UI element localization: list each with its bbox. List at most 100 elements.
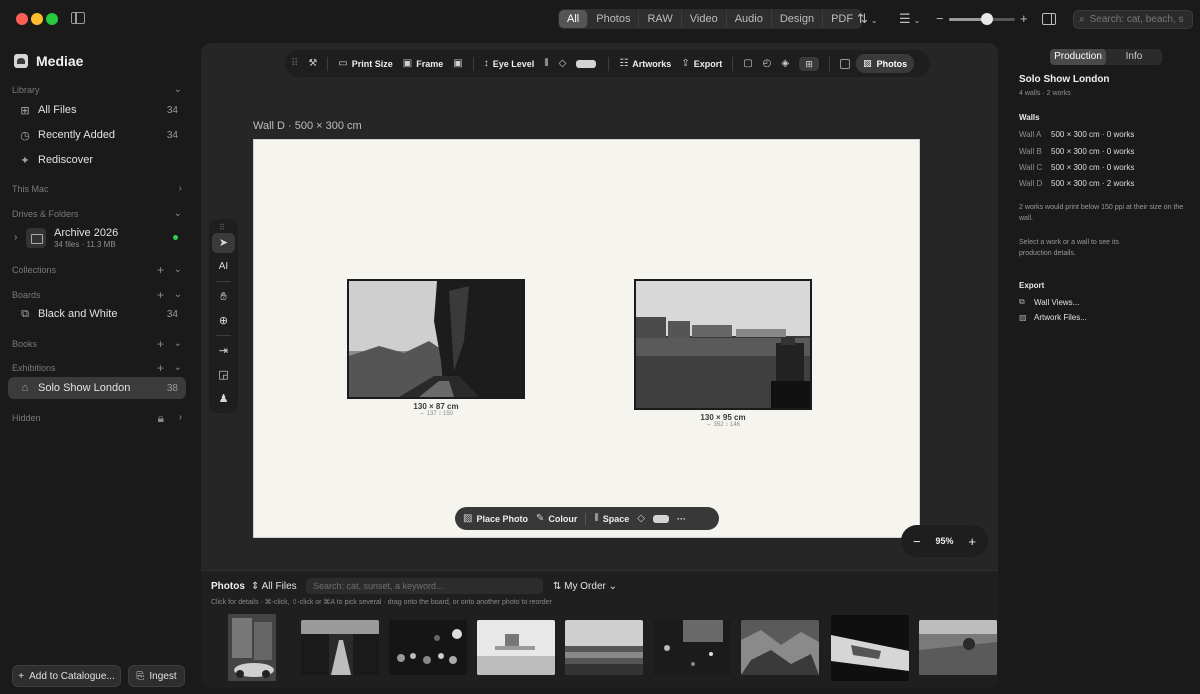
zoom-out-button[interactable]: − — [913, 534, 921, 549]
photo-thumbnail[interactable] — [831, 615, 909, 681]
thumbnail-size-slider[interactable] — [949, 13, 1015, 25]
colour-button[interactable]: ✎ Colour — [536, 513, 577, 524]
ingest-button[interactable]: ⎘ Ingest — [128, 665, 185, 687]
zoom-out-icon[interactable]: − — [936, 11, 944, 27]
photo-thumbnail[interactable] — [301, 620, 379, 675]
colour-swatch[interactable] — [653, 514, 669, 523]
layers-icon[interactable]: ◈ — [781, 58, 789, 69]
note-tool-icon[interactable]: ◲ — [212, 365, 235, 385]
chevron-right-icon[interactable]: › — [179, 412, 182, 423]
tab-info[interactable]: Info — [1106, 49, 1162, 65]
add-book-icon[interactable]: + — [157, 337, 164, 351]
exhibitions-header[interactable]: Exhibitions + ⌄ — [12, 361, 182, 377]
sidebar-item-rediscover[interactable]: ✦ Rediscover — [8, 149, 186, 171]
zoom-tool-icon[interactable]: ⊕ — [212, 311, 235, 331]
frame-button[interactable]: ▣ Frame — [403, 58, 443, 69]
wall-row-d[interactable]: Wall D 500 × 300 cm · 2 works — [1019, 179, 1134, 188]
sidebar-toggle-icon[interactable] — [71, 12, 85, 24]
sidebar-item-recently-added[interactable]: ◷ Recently Added 34 — [8, 124, 186, 146]
photos-search-input[interactable]: Search: cat, sunset, a keyword... — [306, 578, 543, 594]
filter-raw[interactable]: RAW — [639, 10, 682, 28]
tab-production[interactable]: Production — [1050, 49, 1106, 65]
export-button[interactable]: ⇪ Export — [681, 58, 722, 69]
hand-tool-icon[interactable]: ✋︎ — [212, 287, 235, 307]
place-photo-button[interactable]: ▨ Place Photo — [463, 513, 528, 524]
text-tool-icon[interactable]: AI — [212, 257, 235, 277]
chevron-down-icon[interactable]: ⌄ — [174, 362, 182, 373]
photo-thumbnail[interactable] — [389, 620, 467, 675]
boards-header[interactable]: Boards + ⌄ — [12, 288, 182, 304]
chevron-right-icon[interactable]: › — [179, 183, 182, 194]
person-scale-icon[interactable]: ♟ — [212, 389, 235, 409]
filter-photos[interactable]: Photos — [588, 10, 640, 28]
hidden-header[interactable]: Hidden 🔒︎ › — [12, 411, 182, 427]
filter-audio[interactable]: Audio — [727, 10, 772, 28]
slider-knob[interactable] — [981, 13, 993, 25]
photo-thumbnail[interactable] — [228, 614, 276, 681]
close-window-button[interactable] — [16, 13, 28, 25]
wall-board[interactable]: 130 × 87 cm ⇔ 137 ↕ 150 130 × 95 cm ⇔ 35… — [253, 139, 920, 538]
search-field[interactable]: ⌕ Search: cat, beach, s — [1073, 10, 1193, 29]
frame-style-icon[interactable]: ▣ — [453, 58, 462, 69]
tag-icon[interactable]: ◇ — [559, 58, 567, 69]
comment-icon[interactable]: ▢ — [743, 58, 752, 69]
photos-order-menu[interactable]: ⇅ My Order ⌄ — [553, 581, 617, 592]
chevron-right-icon[interactable]: › — [14, 232, 17, 243]
move-out-icon[interactable]: ⇥ — [212, 341, 235, 361]
drag-handle-icon[interactable]: ⠿ — [219, 223, 226, 232]
sidebar-item-black-and-white[interactable]: ⧉ Black and White 34 — [8, 303, 186, 325]
add-collection-icon[interactable]: + — [157, 263, 164, 277]
photos-panel-button[interactable]: ▨ Photos — [856, 54, 915, 73]
print-size-button[interactable]: ▭ Print Size — [338, 58, 392, 69]
drives-folders-header[interactable]: Drives & Folders ⌄ — [12, 208, 182, 223]
photo-thumbnail[interactable] — [741, 620, 819, 675]
chevron-down-icon[interactable]: ⌄ — [174, 208, 182, 219]
artworks-button[interactable]: ☷ Artworks — [619, 58, 671, 69]
select-checkbox[interactable] — [840, 58, 851, 69]
export-wall-views-link[interactable]: ⧉ Wall Views... — [1019, 297, 1079, 307]
select-tool-icon[interactable]: ➤ — [212, 233, 235, 253]
add-board-icon[interactable]: + — [157, 288, 164, 302]
photo-thumbnail[interactable] — [653, 620, 731, 675]
space-button[interactable]: ⦀ Space — [594, 513, 629, 524]
books-header[interactable]: Books + ⌄ — [12, 337, 182, 353]
sidebar-item-solo-show-london[interactable]: ⌂ Solo Show London 38 — [8, 377, 186, 399]
filter-design[interactable]: Design — [772, 10, 824, 28]
chevron-down-icon[interactable]: ⌄ — [174, 338, 182, 349]
photo-thumbnail[interactable] — [919, 620, 997, 675]
this-mac-header[interactable]: This Mac › — [12, 183, 182, 198]
minimize-window-button[interactable] — [31, 13, 43, 25]
add-exhibition-icon[interactable]: + — [157, 361, 164, 375]
eye-level-button[interactable]: ↕ Eye Level — [484, 58, 535, 69]
filter-pdf[interactable]: PDF — [823, 10, 861, 28]
wall-row-c[interactable]: Wall C 500 × 300 cm · 0 works — [1019, 163, 1134, 172]
wall-row-a[interactable]: Wall A 500 × 300 cm · 0 works — [1019, 130, 1134, 139]
collections-header[interactable]: Collections + ⌄ — [12, 263, 182, 279]
photos-source-filter[interactable]: ⇕ All Files — [251, 581, 297, 592]
chevron-down-icon[interactable]: ⌄ — [174, 289, 182, 300]
filter-video[interactable]: Video — [682, 10, 727, 28]
photo-thumbnail[interactable] — [477, 620, 555, 675]
wall-colour-swatch[interactable] — [576, 59, 597, 68]
export-artwork-files-link[interactable]: ▨ Artwork Files... — [1019, 313, 1087, 322]
tag-icon[interactable]: ◇ — [637, 513, 645, 524]
artwork-harbour[interactable] — [634, 279, 812, 410]
artwork-forest-road[interactable] — [347, 279, 525, 399]
view-options-icon[interactable]: ☰ ⌄ — [899, 11, 920, 29]
sidebar-item-archive-2026[interactable]: › Archive 2026 34 files · 11.3 MB — [12, 226, 184, 254]
filter-all[interactable]: All — [559, 10, 589, 28]
library-header[interactable]: Library ⌄ — [12, 84, 182, 99]
history-icon[interactable]: ◴ — [763, 58, 772, 69]
grid-view-icon[interactable]: ⊞ — [799, 56, 820, 71]
zoom-in-button[interactable]: + — [968, 534, 976, 549]
drag-handle-icon[interactable]: ⠿ — [291, 58, 298, 69]
photo-thumbnail[interactable] — [565, 620, 643, 675]
zoom-in-icon[interactable]: + — [1020, 11, 1028, 27]
more-options-icon[interactable]: ··· — [677, 514, 686, 524]
chevron-down-icon[interactable]: ⌄ — [174, 264, 182, 275]
hammer-icon[interactable]: ⚒ — [308, 58, 317, 69]
lock-icon[interactable]: 🔒︎ — [158, 411, 164, 426]
zoom-window-button[interactable] — [46, 13, 58, 25]
chevron-down-icon[interactable]: ⌄ — [174, 84, 182, 95]
wall-row-b[interactable]: Wall B 500 × 300 cm · 0 works — [1019, 147, 1134, 156]
